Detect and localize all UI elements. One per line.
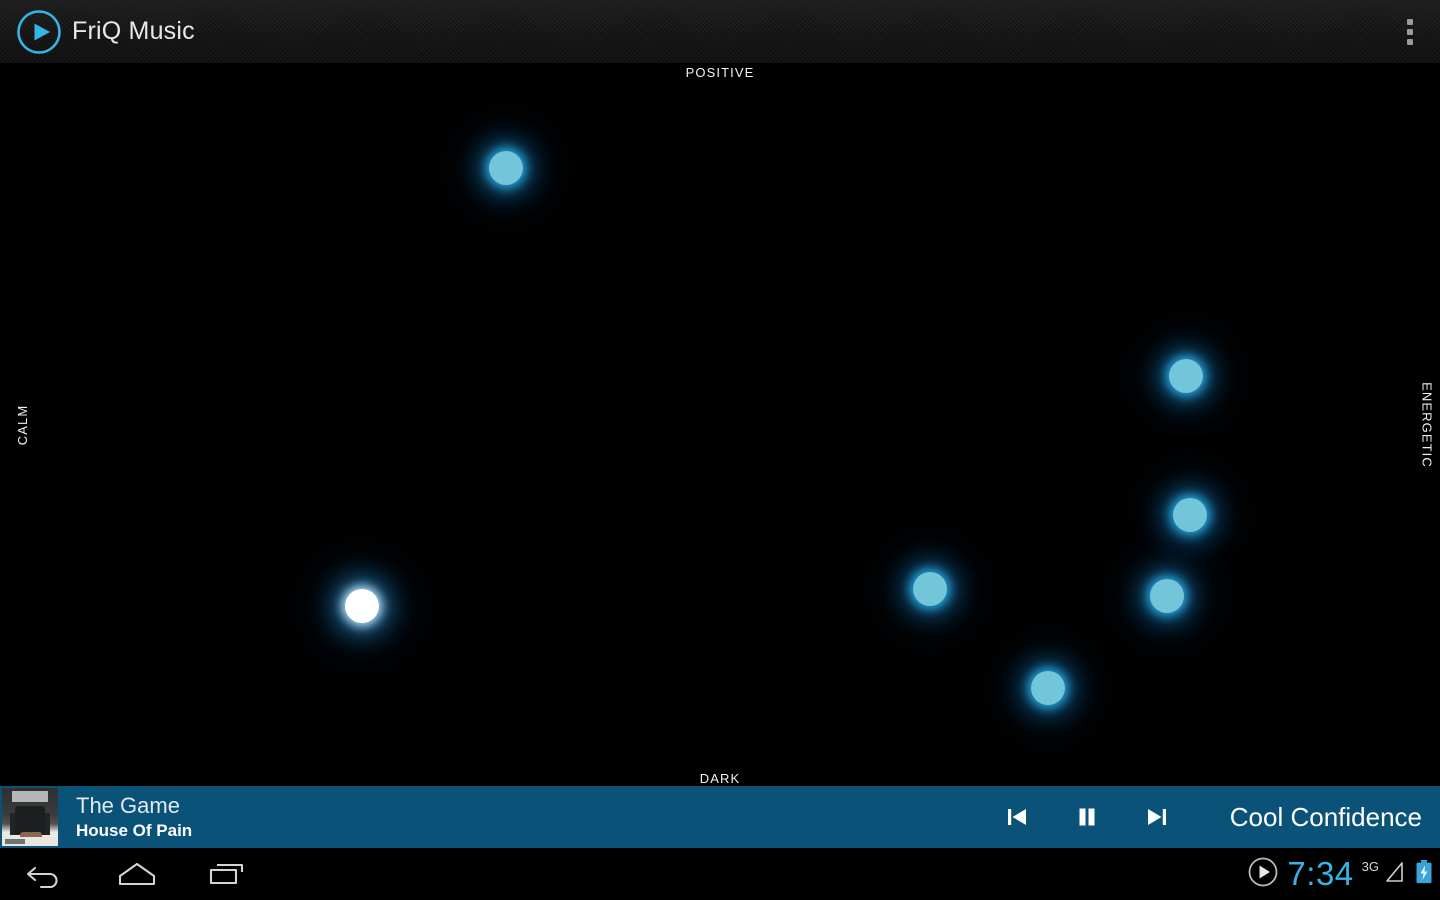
axis-label-dark: DARK <box>699 771 741 786</box>
skip-next-icon[interactable] <box>1140 800 1174 834</box>
system-clock: 7:34 <box>1287 854 1354 892</box>
album-art-title-band <box>12 791 48 802</box>
track-dot[interactable] <box>1150 579 1184 613</box>
app-title: FriQ Music <box>72 17 195 45</box>
back-icon[interactable] <box>0 848 90 900</box>
axis-label-positive: POSITIVE <box>685 65 755 80</box>
now-playing-meta: The Game House Of Pain <box>76 792 192 842</box>
now-playing-bar[interactable]: The Game House Of Pain Cool Confidence <box>0 786 1440 848</box>
network-type-label: 3G <box>1361 858 1379 874</box>
battery-charging-icon <box>1414 858 1434 891</box>
track-dot[interactable] <box>913 572 947 606</box>
track-dot[interactable] <box>1031 671 1065 705</box>
overflow-menu-icon[interactable] <box>1380 0 1440 63</box>
axis-label-energetic: ENERGETIC <box>1419 381 1435 468</box>
skip-previous-icon[interactable] <box>1000 800 1034 834</box>
home-icon[interactable] <box>92 848 182 900</box>
mood-plane[interactable]: POSITIVE DARK CALM ENERGETIC <box>0 63 1440 786</box>
play-circle-notification-icon[interactable] <box>1247 856 1279 893</box>
mood-playlist-label[interactable]: Cool Confidence <box>1230 786 1422 848</box>
transport-controls <box>1000 786 1174 848</box>
track-dot[interactable] <box>489 151 523 185</box>
system-status-area[interactable]: 7:34 3G <box>1247 848 1434 900</box>
axis-label-calm: CALM <box>14 404 30 445</box>
pause-icon[interactable] <box>1070 800 1104 834</box>
album-art-bottom-text <box>5 839 25 844</box>
track-dot[interactable] <box>1173 498 1207 532</box>
system-navigation-bar: 7:34 3G <box>0 848 1440 900</box>
app-root: FriQ Music POSITIVE DARK CALM ENERGETIC <box>0 0 1440 900</box>
album-art-thumbnail[interactable] <box>2 788 58 846</box>
app-logo-play-circle-icon[interactable] <box>16 9 62 55</box>
track-dot-playing[interactable] <box>345 589 379 623</box>
now-playing-artist: The Game <box>76 793 180 818</box>
album-art-bottom-strip <box>2 837 58 846</box>
signal-triangle-icon <box>1384 859 1406 890</box>
overflow-dot <box>1407 38 1413 45</box>
action-bar: FriQ Music <box>0 0 1440 63</box>
overflow-dot <box>1407 28 1413 35</box>
album-art-figure <box>15 806 45 834</box>
album-art-image <box>2 788 58 846</box>
track-dot[interactable] <box>1169 359 1203 393</box>
overflow-dot <box>1407 18 1413 25</box>
now-playing-track: House Of Pain <box>76 821 193 840</box>
recents-icon[interactable] <box>182 848 272 900</box>
